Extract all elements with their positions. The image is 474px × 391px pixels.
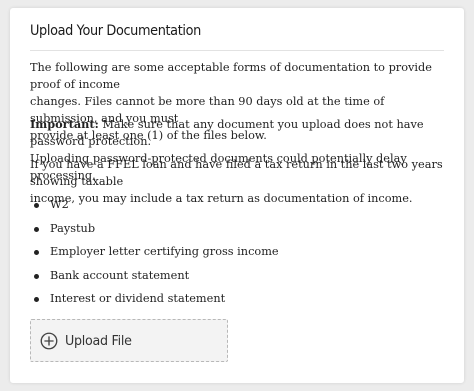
intro-line: The following are some acceptable forms …: [30, 61, 432, 91]
list-item: Bank account statement: [30, 267, 279, 291]
title-divider: [30, 50, 444, 51]
list-item: Employer letter certifying gross income: [30, 243, 279, 267]
bullet-icon: [34, 203, 39, 208]
bullet-icon: [34, 250, 39, 255]
document-type: W2: [50, 198, 69, 211]
upload-documentation-card: Upload Your Documentation The following …: [10, 8, 464, 383]
document-type: Bank account statement: [50, 268, 190, 282]
card-title: Upload Your Documentation: [30, 23, 201, 39]
plus-circle-icon: [40, 332, 58, 349]
document-list: W2 Paystub Employer letter certifying gr…: [30, 196, 279, 314]
bullet-icon: [34, 273, 39, 279]
document-type: Employer letter certifying gross income: [50, 245, 279, 258]
bullet-icon: [34, 226, 39, 232]
list-item: W2: [30, 196, 279, 220]
document-type: Paystub: [50, 221, 96, 235]
ffel-line: If you have a FFEL loan and have filed a…: [30, 158, 443, 188]
list-item: Paystub: [30, 220, 279, 244]
important-label: Important:: [30, 117, 99, 131]
document-type: Interest or dividend statement: [50, 292, 226, 305]
bullet-icon: [34, 297, 39, 302]
upload-file-label: Upload File: [65, 332, 132, 349]
list-item: Interest or dividend statement: [30, 290, 279, 314]
upload-file-button[interactable]: Upload File: [30, 319, 228, 362]
